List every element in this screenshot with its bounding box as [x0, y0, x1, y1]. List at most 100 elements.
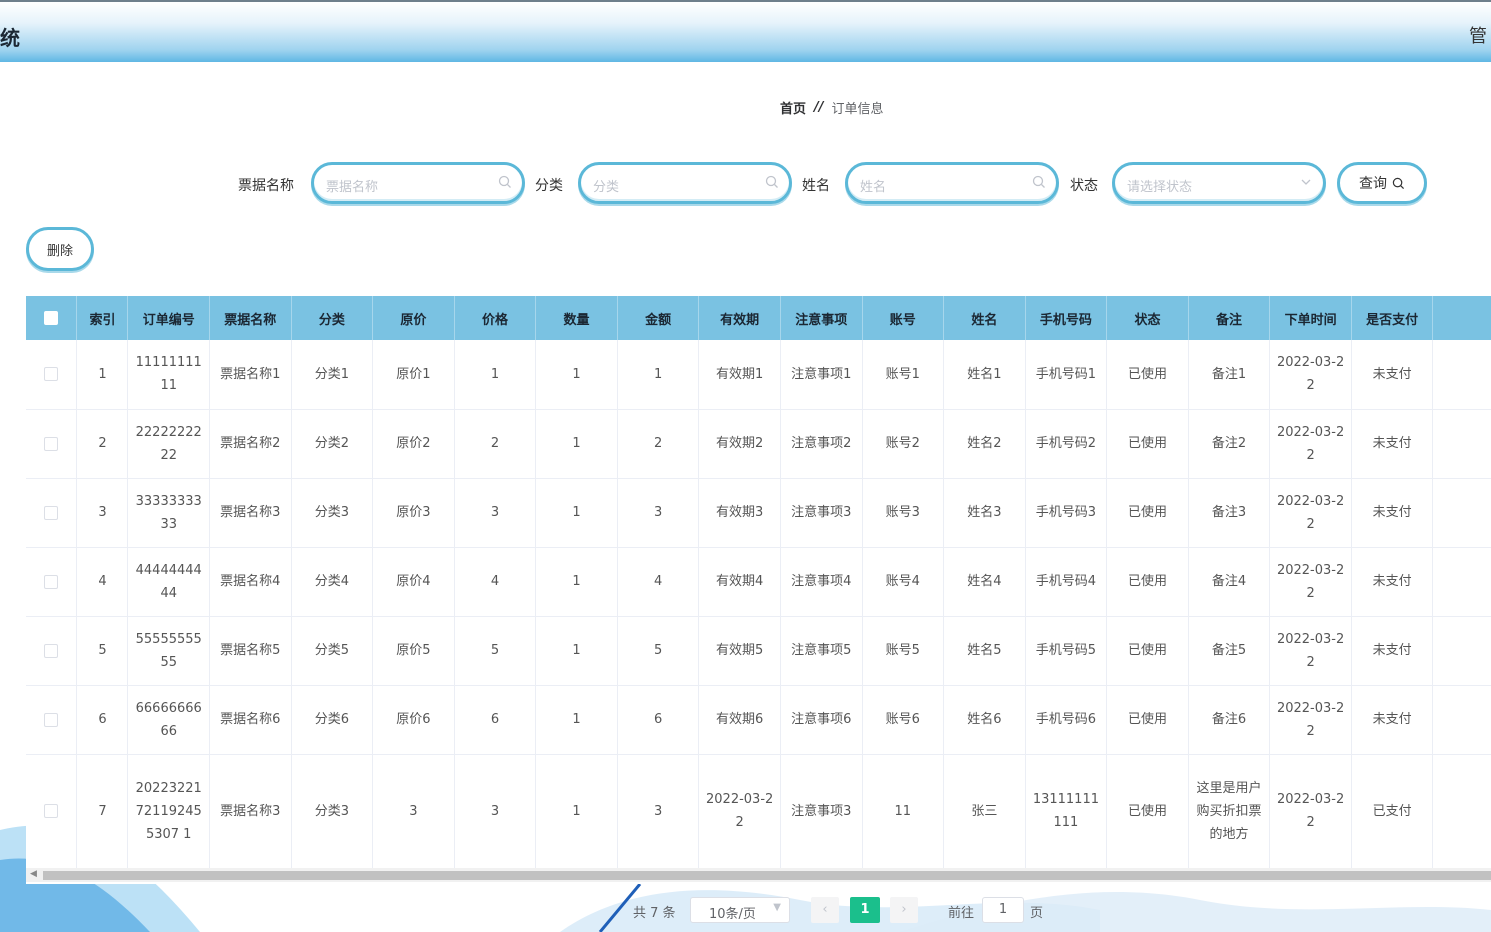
column-header[interactable]: 状态 [1106, 296, 1189, 340]
table-row[interactable]: 2 2222222222 票据名称2 分类2 原价2 2 1 2 有效期2 注意事项2 账号2 姓名2… [26, 409, 1491, 479]
table-cell: 有效期5 [698, 616, 781, 686]
column-header[interactable]: 原价 [372, 296, 455, 340]
table-cell: 手机号码4 [1025, 547, 1108, 617]
row-checkbox[interactable] [44, 712, 59, 727]
table-cell: 4444444444 [127, 547, 210, 617]
table-cell: 备注5 [1188, 616, 1271, 686]
table-cell: 姓名3 [943, 478, 1026, 548]
table-cell: 原价1 [372, 340, 455, 410]
table-cell: 姓名4 [943, 547, 1026, 617]
column-header[interactable]: 是否支付 [1351, 296, 1434, 340]
table-cell: 手机号码3 [1025, 478, 1108, 548]
row-select-cell [26, 340, 78, 410]
query-button-label: 查询 [1359, 176, 1387, 192]
column-header[interactable]: 下单时间 [1269, 296, 1352, 340]
scrollbar-thumb[interactable] [43, 871, 1491, 880]
table-cell: 已使用 [1106, 616, 1189, 686]
column-header[interactable]: 价格 [454, 296, 537, 340]
table-cell: 有效期4 [698, 547, 781, 617]
table-cell: 分类4 [291, 547, 374, 617]
table-cell: 2022-03-22 [698, 754, 781, 869]
search-icon [765, 175, 778, 188]
table-cell: 注意事项6 [780, 685, 863, 755]
column-header[interactable]: 分类 [291, 296, 374, 340]
table-cell: 已使用 [1106, 754, 1189, 869]
table-cell: 账号6 [862, 685, 945, 755]
breadcrumb-separator: // [814, 100, 824, 115]
select-all-checkbox[interactable] [44, 311, 59, 325]
table-cell: 分类1 [291, 340, 374, 410]
table-cell: 票据名称3 [209, 754, 292, 869]
table-cell: 5 [617, 616, 700, 686]
table-cell: 分类3 [291, 478, 374, 548]
column-header[interactable]: 手机号码 [1025, 296, 1108, 340]
status-select[interactable]: 请选择状态 [1112, 162, 1326, 204]
table-cell: 张三 [943, 754, 1026, 869]
column-header[interactable]: 有效期 [698, 296, 781, 340]
category-label: 分类 [535, 178, 563, 194]
table-cell: 1 [535, 685, 618, 755]
scroll-left-icon[interactable]: ◀ [30, 869, 37, 879]
admin-menu[interactable]: 管 [1469, 22, 1491, 48]
pagination-total: 共 7 条 [633, 906, 676, 921]
table-row[interactable]: 1 1111111111 票据名称1 分类1 原价1 1 1 1 有效期1 注意事项1 账号1 姓名1… [26, 340, 1491, 410]
category-input[interactable]: 分类 [578, 162, 792, 204]
horizontal-scrollbar[interactable]: ◀ [26, 868, 1491, 882]
table-cell: 原价3 [372, 478, 455, 548]
table-row[interactable]: 7 20223221721192455307 1 票据名称3 分类3 3 3 1 3 2022-… [26, 754, 1491, 869]
name-input[interactable]: 姓名 [845, 162, 1059, 204]
goto-label: 前往 [948, 906, 975, 921]
table-cell: 注意事项3 [780, 754, 863, 869]
row-actions-cell [1432, 616, 1491, 686]
row-checkbox[interactable] [44, 367, 59, 382]
column-header[interactable]: 订单编号 [127, 296, 210, 340]
row-select-cell [26, 547, 78, 617]
ticket-name-input[interactable]: 票据名称 [311, 162, 525, 204]
table-cell: 3 [76, 478, 129, 548]
column-header[interactable]: 账号 [862, 296, 945, 340]
page-number-current[interactable]: 1 [850, 897, 880, 923]
page-size-select[interactable]: 10条/页 ▼ [690, 897, 790, 923]
system-title: 统 [0, 26, 20, 50]
table-cell: 手机号码2 [1025, 409, 1108, 479]
table-cell: 分类6 [291, 685, 374, 755]
table-cell: 4 [76, 547, 129, 617]
column-header[interactable]: 姓名 [943, 296, 1026, 340]
table-cell: 有效期2 [698, 409, 781, 479]
table-row[interactable]: 3 3333333333 票据名称3 分类3 原价3 3 1 3 有效期3 注意事项3 账号3 姓名3… [26, 478, 1491, 548]
name-label: 姓名 [802, 178, 830, 194]
row-checkbox[interactable] [44, 643, 59, 658]
row-actions-cell [1432, 478, 1491, 548]
next-page-button[interactable]: › [890, 897, 918, 923]
pagination: 共 7 条 10条/页 ▼ ‹ 1 › 前往 1 页 [0, 897, 1491, 923]
table-cell: 备注2 [1188, 409, 1271, 479]
table-cell: 3 [454, 478, 537, 548]
column-header[interactable]: 金额 [617, 296, 700, 340]
breadcrumb-home[interactable]: 首页 [780, 98, 806, 117]
goto-page-input[interactable]: 1 [982, 897, 1024, 923]
column-header[interactable]: 票据名称 [209, 296, 292, 340]
table-row[interactable]: 4 4444444444 票据名称4 分类4 原价4 4 1 4 有效期4 注意事项4 账号4 姓名4… [26, 547, 1491, 617]
column-header[interactable]: 索引 [76, 296, 129, 340]
table-cell: 2022-03-22 [1269, 409, 1352, 479]
table-cell: 未支付 [1351, 616, 1434, 686]
row-checkbox[interactable] [44, 505, 59, 520]
column-header[interactable]: 备注 [1188, 296, 1271, 340]
delete-button[interactable]: 删除 [26, 227, 94, 271]
table-cell: 票据名称1 [209, 340, 292, 410]
table-header-row: 索引 订单编号 票据名称 分类 原价 价格 数量 金额 有效期 注意事项 账号 … [26, 296, 1491, 340]
row-checkbox[interactable] [44, 574, 59, 589]
table-cell: 1 [535, 754, 618, 869]
row-checkbox[interactable] [44, 804, 59, 818]
column-header[interactable]: 注意事项 [780, 296, 863, 340]
row-checkbox[interactable] [44, 436, 59, 451]
prev-page-button[interactable]: ‹ [811, 897, 839, 923]
query-button[interactable]: 查询 [1337, 162, 1427, 204]
table-cell: 6666666666 [127, 685, 210, 755]
table-cell: 手机号码6 [1025, 685, 1108, 755]
column-header[interactable]: 数量 [535, 296, 618, 340]
table-cell: 原价2 [372, 409, 455, 479]
table-row[interactable]: 6 6666666666 票据名称6 分类6 原价6 6 1 6 有效期6 注意事项6 账号6 姓名6… [26, 685, 1491, 755]
table-row[interactable]: 5 5555555555 票据名称5 分类5 原价5 5 1 5 有效期5 注意事项5 账号5 姓名5… [26, 616, 1491, 686]
table-cell: 未支付 [1351, 685, 1434, 755]
